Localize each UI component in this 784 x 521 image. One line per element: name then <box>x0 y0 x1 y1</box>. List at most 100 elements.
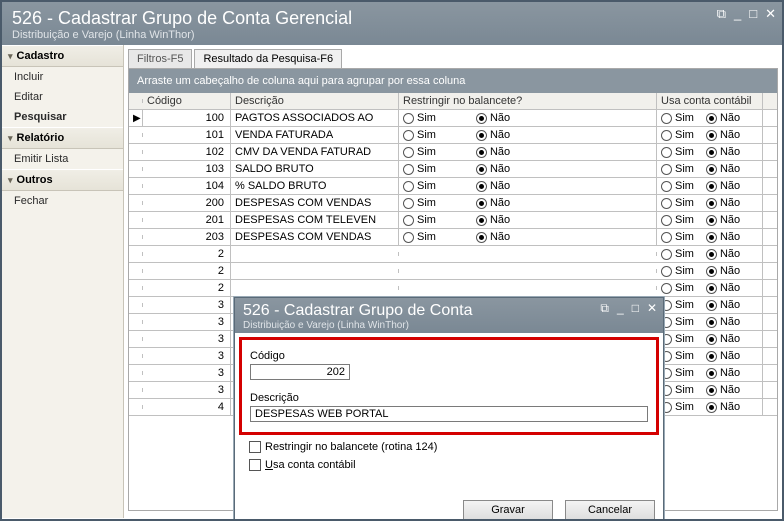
close-icon[interactable]: ✕ <box>765 6 776 22</box>
sidebar-group-label: Cadastro <box>17 50 65 62</box>
radio-nao[interactable]: Não <box>476 214 510 226</box>
checkbox-icon[interactable] <box>249 459 261 471</box>
restore-down-icon[interactable]: ⧉ <box>600 301 609 316</box>
radio-nao[interactable]: Não <box>706 180 740 192</box>
tab-filtros[interactable]: Filtros-F5 <box>128 49 192 68</box>
radio-nao[interactable]: Não <box>476 112 510 124</box>
sidebar-item-emitir-lista[interactable]: Emitir Lista <box>2 149 123 169</box>
minimize-icon[interactable]: _ <box>617 301 624 316</box>
radio-nao[interactable]: Não <box>706 384 740 396</box>
minimize-icon[interactable]: _ <box>734 6 741 22</box>
radio-nao[interactable]: Não <box>706 367 740 379</box>
sidebar-group-cadastro[interactable]: ▾ Cadastro <box>2 45 123 67</box>
restore-down-icon[interactable]: ⧉ <box>717 6 726 22</box>
table-row[interactable]: 2SimNão <box>129 263 777 280</box>
radio-nao[interactable]: Não <box>706 265 740 277</box>
group-by-bar[interactable]: Arraste um cabeçalho de coluna aqui para… <box>129 69 777 93</box>
radio-sim[interactable]: Sim <box>661 367 694 379</box>
table-row[interactable]: 2 Sim Não <box>129 280 777 297</box>
col-descricao[interactable]: Descrição <box>231 93 399 109</box>
maximize-icon[interactable]: □ <box>632 301 639 316</box>
sidebar-group-outros[interactable]: ▾ Outros <box>2 169 123 191</box>
sidebar-item-fechar[interactable]: Fechar <box>2 191 123 211</box>
radio-sim[interactable]: Sim <box>661 112 694 124</box>
tab-resultado[interactable]: Resultado da Pesquisa-F6 <box>194 49 342 68</box>
row-indicator <box>129 184 143 188</box>
radio-sim[interactable]: Sim <box>403 197 436 209</box>
radio-sim[interactable]: Sim <box>403 163 436 175</box>
table-row[interactable]: 103SALDO BRUTOSimNãoSimNão <box>129 161 777 178</box>
radio-sim[interactable]: Sim <box>661 180 694 192</box>
radio-nao[interactable]: Não <box>706 350 740 362</box>
cell-codigo: 2 <box>143 280 231 296</box>
radio-sim[interactable]: Sim <box>661 248 694 260</box>
radio-sim[interactable]: Sim <box>661 350 694 362</box>
radio-nao[interactable]: Não <box>476 231 510 243</box>
radio-sim[interactable]: Sim <box>661 333 694 345</box>
cancelar-button[interactable]: Cancelar <box>565 500 655 520</box>
chk-restringir-row[interactable]: Restringir no balancete (rotina 124) <box>249 441 649 453</box>
cell-descricao: CMV DA VENDA FATURAD <box>231 144 399 160</box>
radio-sim[interactable]: Sim <box>661 163 694 175</box>
sidebar-item-editar[interactable]: Editar <box>2 87 123 107</box>
col-codigo[interactable]: Código <box>143 93 231 109</box>
radio-nao[interactable]: Não <box>706 248 740 260</box>
radio-nao[interactable]: Não <box>706 282 740 294</box>
col-restringir[interactable]: Restringir no balancete? <box>399 93 657 109</box>
table-row[interactable]: 101VENDA FATURADASimNãoSimNão <box>129 127 777 144</box>
sidebar-group-relatorio[interactable]: ▾ Relatório <box>2 127 123 149</box>
close-icon[interactable]: ✕ <box>647 301 657 316</box>
radio-nao[interactable]: Não <box>706 163 740 175</box>
table-row[interactable]: 2SimNão <box>129 246 777 263</box>
radio-nao[interactable]: Não <box>476 129 510 141</box>
chk-contabil-row[interactable]: Usa conta contábil <box>249 459 649 471</box>
radio-nao[interactable]: Não <box>706 231 740 243</box>
radio-nao[interactable]: Não <box>706 401 740 413</box>
table-row[interactable]: 203DESPESAS COM VENDASSimNãoSimNão <box>129 229 777 246</box>
table-row[interactable]: 102CMV DA VENDA FATURADSimNãoSimNão <box>129 144 777 161</box>
radio-nao[interactable]: Não <box>706 299 740 311</box>
radio-nao[interactable]: Não <box>706 316 740 328</box>
radio-nao[interactable]: Não <box>476 180 510 192</box>
radio-sim[interactable]: Sim <box>403 180 436 192</box>
radio-nao[interactable]: Não <box>706 146 740 158</box>
maximize-icon[interactable]: □ <box>749 6 757 22</box>
table-row[interactable]: 201DESPESAS COM TELEVENSimNãoSimNão <box>129 212 777 229</box>
descricao-input[interactable] <box>250 406 648 422</box>
gravar-button[interactable]: Gravar <box>463 500 553 520</box>
radio-nao[interactable]: Não <box>706 333 740 345</box>
sidebar-item-incluir[interactable]: Incluir <box>2 67 123 87</box>
radio-nao[interactable]: Não <box>476 197 510 209</box>
sidebar-item-pesquisar[interactable]: Pesquisar <box>2 107 123 127</box>
radio-nao[interactable]: Não <box>706 197 740 209</box>
table-row[interactable]: 104% SALDO BRUTOSimNãoSimNão <box>129 178 777 195</box>
radio-sim[interactable]: Sim <box>403 112 436 124</box>
col-contabil[interactable]: Usa conta contábil <box>657 93 763 109</box>
radio-sim[interactable]: Sim <box>661 299 694 311</box>
radio-nao[interactable]: Não <box>706 129 740 141</box>
radio-sim[interactable]: Sim <box>661 401 694 413</box>
radio-sim[interactable]: Sim <box>661 316 694 328</box>
radio-sim[interactable]: Sim <box>403 231 436 243</box>
radio-sim[interactable]: Sim <box>661 384 694 396</box>
radio-sim[interactable]: Sim <box>661 129 694 141</box>
table-row[interactable]: 200DESPESAS COM VENDASSimNãoSimNão <box>129 195 777 212</box>
radio-nao[interactable]: Não <box>476 163 510 175</box>
cell-descricao: PAGTOS ASSOCIADOS AO <box>231 110 399 126</box>
checkbox-icon[interactable] <box>249 441 261 453</box>
radio-sim[interactable]: Sim <box>661 197 694 209</box>
radio-sim[interactable]: Sim <box>403 214 436 226</box>
radio-sim[interactable]: Sim <box>661 146 694 158</box>
tab-strip: Filtros-F5 Resultado da Pesquisa-F6 <box>128 49 778 68</box>
radio-sim[interactable]: Sim <box>661 265 694 277</box>
radio-nao[interactable]: Não <box>476 146 510 158</box>
radio-nao[interactable]: Não <box>706 214 740 226</box>
radio-sim[interactable]: Sim <box>661 231 694 243</box>
radio-sim[interactable]: Sim <box>403 146 436 158</box>
codigo-input[interactable] <box>250 364 350 380</box>
table-row[interactable]: ▶100PAGTOS ASSOCIADOS AOSimNãoSimNão <box>129 110 777 127</box>
radio-sim[interactable]: Sim <box>403 129 436 141</box>
radio-nao[interactable]: Não <box>706 112 740 124</box>
radio-sim[interactable]: Sim <box>661 214 694 226</box>
radio-sim[interactable]: Sim <box>661 282 694 294</box>
